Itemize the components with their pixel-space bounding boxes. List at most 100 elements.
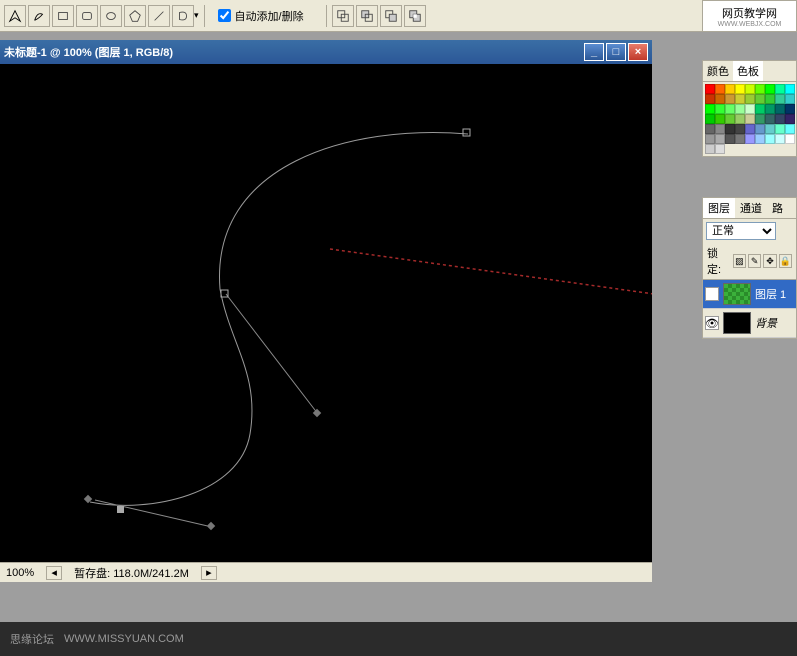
swatch[interactable] [785, 134, 795, 144]
tab-channels[interactable]: 通道 [735, 198, 767, 218]
swatch[interactable] [775, 124, 785, 134]
swatch[interactable] [735, 104, 745, 114]
tab-layers[interactable]: 图层 [703, 198, 735, 218]
swatch[interactable] [715, 134, 725, 144]
swatch[interactable] [755, 94, 765, 104]
swatch[interactable] [765, 124, 775, 134]
rect-icon[interactable] [52, 5, 74, 27]
blend-mode-select[interactable]: 正常 [706, 222, 776, 240]
swatch-grid [703, 82, 797, 156]
swatch[interactable] [735, 124, 745, 134]
path-subtract-icon[interactable] [356, 5, 378, 27]
custom-shape-icon[interactable] [172, 5, 194, 27]
swatch[interactable] [755, 104, 765, 114]
separator [326, 5, 327, 27]
swatch[interactable] [745, 134, 755, 144]
swatch[interactable] [785, 84, 795, 94]
canvas[interactable] [0, 64, 652, 562]
swatch[interactable] [765, 104, 775, 114]
lock-transparency-icon[interactable]: ▨ [733, 254, 746, 268]
swatch[interactable] [775, 94, 785, 104]
layer-row[interactable]: 👁 图层 1 [703, 280, 796, 309]
swatch[interactable] [705, 144, 715, 154]
rounded-rect-icon[interactable] [76, 5, 98, 27]
logo-text: 网页教学网 [722, 5, 777, 21]
swatch[interactable] [745, 104, 755, 114]
line-icon[interactable] [148, 5, 170, 27]
swatch[interactable] [785, 114, 795, 124]
swatch[interactable] [785, 104, 795, 114]
polygon-icon[interactable] [124, 5, 146, 27]
swatch[interactable] [715, 84, 725, 94]
swatch[interactable] [715, 94, 725, 104]
nav-prev-icon[interactable]: ◂ [46, 566, 62, 580]
tab-paths[interactable]: 路 [767, 198, 788, 218]
lock-position-icon[interactable]: ✥ [763, 254, 776, 268]
zoom-value[interactable]: 100% [6, 567, 34, 579]
swatch[interactable] [715, 104, 725, 114]
visibility-toggle-icon[interactable]: 👁 [705, 316, 719, 330]
layer-row[interactable]: 👁 背景 [703, 309, 796, 338]
path-exclude-icon[interactable] [404, 5, 426, 27]
auto-add-delete-checkbox[interactable]: 自动添加/删除 [218, 8, 304, 24]
layer-thumbnail[interactable] [723, 283, 751, 305]
swatch[interactable] [705, 134, 715, 144]
swatch[interactable] [785, 94, 795, 104]
freeform-pen-icon[interactable] [28, 5, 50, 27]
swatch[interactable] [745, 94, 755, 104]
tab-color[interactable]: 颜色 [703, 61, 733, 81]
swatch[interactable] [765, 84, 775, 94]
swatch[interactable] [755, 84, 765, 94]
pen-tool-icon[interactable] [4, 5, 26, 27]
swatch[interactable] [705, 104, 715, 114]
swatch[interactable] [765, 134, 775, 144]
swatch[interactable] [725, 134, 735, 144]
swatch[interactable] [755, 114, 765, 124]
swatch[interactable] [755, 134, 765, 144]
tab-swatches[interactable]: 色板 [733, 61, 763, 81]
swatch[interactable] [755, 124, 765, 134]
close-button[interactable]: × [628, 43, 648, 61]
document-titlebar[interactable]: 未标题-1 @ 100% (图层 1, RGB/8) _ □ × [0, 40, 652, 64]
swatch[interactable] [735, 84, 745, 94]
swatch[interactable] [705, 124, 715, 134]
checkbox-label: 自动添加/删除 [235, 8, 304, 24]
swatch[interactable] [775, 134, 785, 144]
swatch[interactable] [705, 114, 715, 124]
swatch[interactable] [735, 114, 745, 124]
swatch[interactable] [735, 94, 745, 104]
scratch-disk: 暂存盘: 118.0M/241.2M [74, 565, 189, 581]
swatch[interactable] [725, 104, 735, 114]
swatch[interactable] [725, 124, 735, 134]
swatch[interactable] [775, 104, 785, 114]
path-intersect-icon[interactable] [380, 5, 402, 27]
minimize-button[interactable]: _ [584, 43, 604, 61]
layer-thumbnail[interactable] [723, 312, 751, 334]
swatch[interactable] [705, 84, 715, 94]
info-dropdown-icon[interactable]: ▸ [201, 566, 217, 580]
swatch[interactable] [775, 114, 785, 124]
swatch[interactable] [745, 114, 755, 124]
path-combine-icon[interactable] [332, 5, 354, 27]
swatch[interactable] [725, 84, 735, 94]
swatch[interactable] [745, 124, 755, 134]
swatch[interactable] [765, 114, 775, 124]
swatch[interactable] [705, 94, 715, 104]
maximize-button[interactable]: □ [606, 43, 626, 61]
swatch[interactable] [715, 114, 725, 124]
swatches-panel: 颜色 色板 [702, 60, 797, 157]
swatch[interactable] [715, 144, 725, 154]
ellipse-icon[interactable] [100, 5, 122, 27]
swatch[interactable] [745, 84, 755, 94]
swatch[interactable] [725, 114, 735, 124]
swatch[interactable] [735, 134, 745, 144]
swatch[interactable] [775, 84, 785, 94]
swatch[interactable] [725, 94, 735, 104]
dropdown-arrow-icon[interactable]: ▾ [194, 10, 199, 21]
lock-pixels-icon[interactable]: ✎ [748, 254, 761, 268]
lock-all-icon[interactable]: 🔒 [779, 254, 792, 268]
swatch[interactable] [715, 124, 725, 134]
swatch[interactable] [785, 124, 795, 134]
visibility-toggle-icon[interactable]: 👁 [705, 287, 719, 301]
swatch[interactable] [765, 94, 775, 104]
